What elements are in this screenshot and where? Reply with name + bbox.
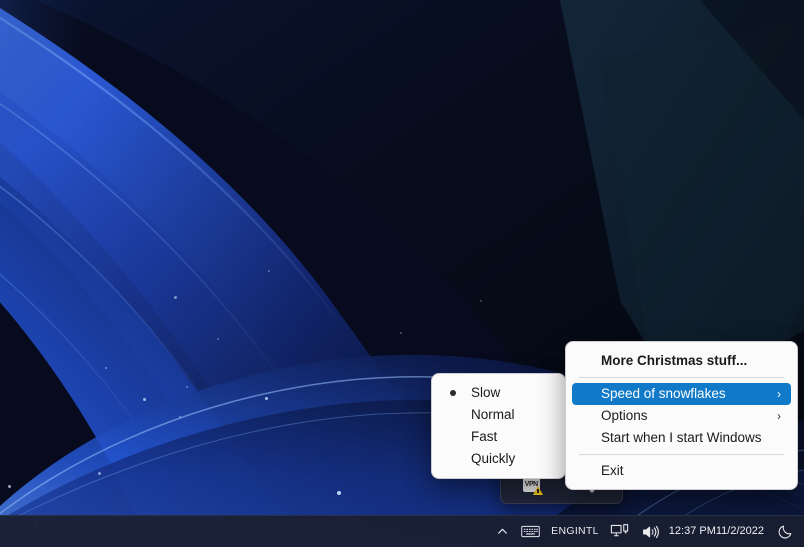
touch-keyboard-button[interactable] <box>515 519 546 544</box>
submenu-item-fast[interactable]: Fast <box>438 426 559 448</box>
submenu-item-slow[interactable]: Slow <box>438 382 559 404</box>
menu-item-speed-of-snowflakes[interactable]: Speed of snowflakes › <box>572 383 791 405</box>
chevron-up-icon <box>498 528 508 534</box>
language-indicator-button[interactable]: ENG INTL <box>546 519 604 544</box>
speaker-icon <box>642 525 659 538</box>
context-menu-title-label: More Christmas stuff... <box>601 353 748 368</box>
submenu-item-label: Quickly <box>471 451 516 466</box>
system-tray[interactable]: ENG INTL 12:37 PM 11/2/2022 <box>490 516 800 547</box>
taskbar[interactable]: ENG INTL 12:37 PM 11/2/2022 <box>0 515 804 547</box>
submenu-item-label: Slow <box>471 385 501 400</box>
context-menu-title: More Christmas stuff... <box>572 349 791 372</box>
menu-item-label: Options <box>601 408 648 423</box>
radio-selected-icon <box>450 390 456 396</box>
keyboard-icon <box>521 525 540 538</box>
network-button[interactable] <box>604 519 635 544</box>
warning-badge-icon <box>532 485 543 495</box>
chevron-right-icon: › <box>777 409 781 423</box>
clock-date: 11/2/2022 <box>715 525 764 538</box>
submenu-item-normal[interactable]: Normal <box>438 404 559 426</box>
menu-item-options[interactable]: Options › <box>572 405 791 427</box>
tray-context-menu[interactable]: More Christmas stuff... Speed of snowfla… <box>565 341 798 490</box>
moon-icon <box>778 525 792 539</box>
language-line-2: INTL <box>574 525 599 538</box>
menu-item-label: Exit <box>601 463 624 478</box>
chevron-right-icon: › <box>777 387 781 401</box>
speed-of-snowflakes-submenu[interactable]: Slow Normal Fast Quickly <box>431 373 566 479</box>
submenu-item-label: Normal <box>471 407 515 422</box>
notifications-button[interactable] <box>771 519 800 544</box>
menu-item-label: Speed of snowflakes <box>601 386 726 401</box>
clock-time: 12:37 PM <box>668 525 716 538</box>
menu-item-label: Start when I start Windows <box>601 430 762 445</box>
show-hidden-icons-button[interactable] <box>490 519 515 544</box>
submenu-item-label: Fast <box>471 429 498 444</box>
volume-button[interactable] <box>635 519 665 544</box>
network-monitor-icon <box>610 524 628 537</box>
menu-item-exit[interactable]: Exit <box>572 460 791 482</box>
clock-button[interactable]: 12:37 PM 11/2/2022 <box>665 519 771 544</box>
menu-divider <box>579 454 784 455</box>
language-line-1: ENG <box>551 525 575 538</box>
submenu-item-quickly[interactable]: Quickly <box>438 448 559 470</box>
menu-item-start-when-i-start-windows[interactable]: Start when I start Windows <box>572 427 791 449</box>
menu-divider <box>579 377 784 378</box>
